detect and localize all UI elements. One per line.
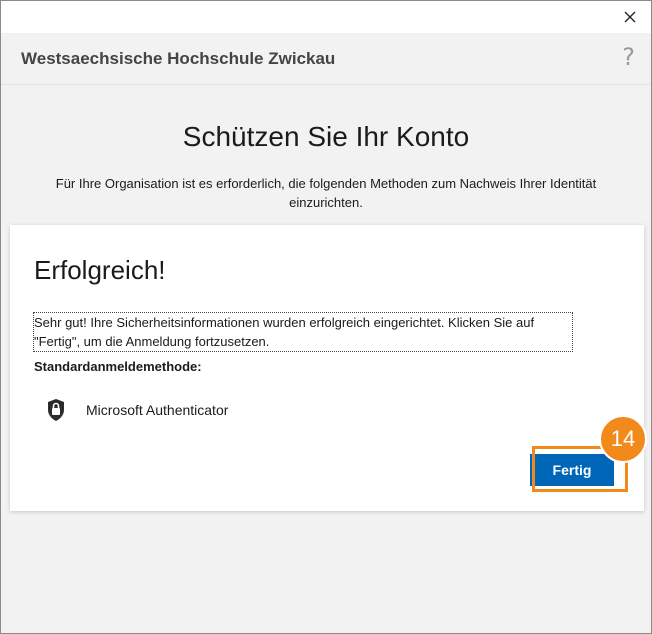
default-method-label: Standardanmeldemethode:	[34, 359, 202, 374]
close-icon	[624, 11, 636, 23]
success-message: Sehr gut! Ihre Sicherheitsinformationen …	[33, 312, 573, 352]
header-bar: Westsaechsische Hochschule Zwickau ?	[1, 33, 651, 85]
close-button[interactable]	[619, 6, 641, 28]
method-name: Microsoft Authenticator	[86, 402, 229, 418]
page-title: Schützen Sie Ihr Konto	[182, 121, 470, 152]
organization-name: Westsaechsische Hochschule Zwickau	[21, 49, 336, 68]
title-bar	[1, 1, 651, 33]
help-icon[interactable]: ?	[622, 43, 635, 71]
success-heading: Erfolgreich!	[34, 255, 166, 285]
done-button[interactable]: Fertig	[530, 454, 614, 486]
authenticator-lock-icon	[48, 399, 64, 421]
step-number-badge: 14	[599, 415, 647, 463]
page-subtitle: Für Ihre Organisation ist es erforderlic…	[55, 176, 597, 210]
dialog-window: Westsaechsische Hochschule Zwickau ? Sch…	[0, 0, 652, 634]
default-method-row: Microsoft Authenticator	[46, 397, 228, 423]
